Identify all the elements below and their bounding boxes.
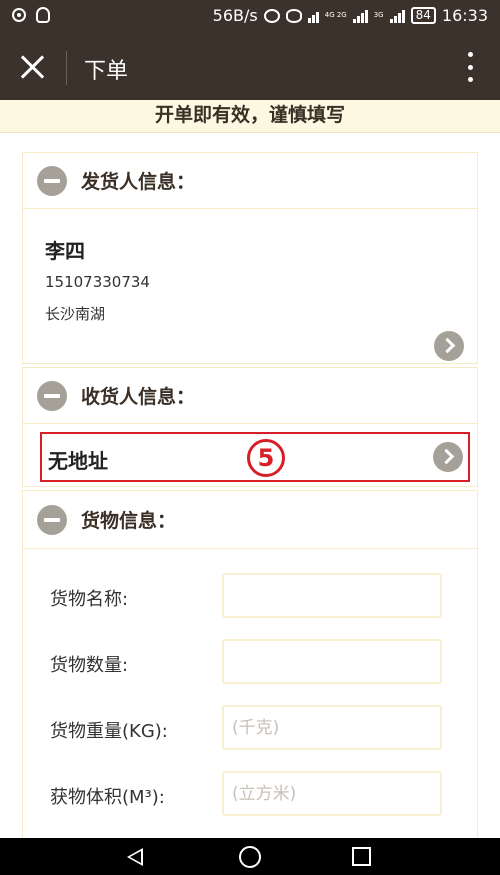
cargo-volume-label: 获物体积(M³): — [50, 787, 165, 808]
system-nav-bar — [0, 838, 500, 875]
cargo-weight-input[interactable] — [222, 705, 442, 750]
signal-icon — [352, 9, 368, 23]
signal-icon-2 — [389, 9, 405, 23]
notice-banner: 开单即有效，谨慎填写 — [0, 100, 500, 133]
net-speed: 56B/s — [212, 6, 258, 25]
collapse-icon[interactable] — [37, 504, 67, 535]
cargo-section-title: 货物信息： — [81, 510, 177, 532]
clock: 16:33 — [441, 6, 488, 25]
receiver-address-text: 无地址 — [48, 449, 108, 473]
cargo-volume-row: 获物体积(M³): — [23, 771, 479, 817]
battery-indicator: 84 — [410, 7, 436, 24]
close-icon[interactable] — [16, 51, 50, 85]
step-marker-badge: 5 — [247, 439, 285, 477]
network-type-label: 4G 2G — [324, 11, 347, 19]
status-bar: 56B/s 4G 2G 3G 84 16:33 — [0, 0, 500, 34]
sender-section-header[interactable]: 发货人信息： — [23, 153, 477, 209]
more-options-icon[interactable] — [466, 52, 474, 82]
back-icon[interactable] — [127, 848, 143, 866]
home-icon[interactable] — [239, 846, 261, 868]
cargo-weight-label: 货物重量(KG): — [50, 721, 168, 742]
cargo-section-header[interactable]: 货物信息： — [23, 491, 477, 549]
alarm-icon — [263, 8, 280, 23]
qq-icon — [36, 7, 50, 23]
sender-section-title: 发货人信息： — [81, 171, 196, 193]
network-type-label-2: 3G — [373, 11, 384, 19]
chevron-right-icon[interactable] — [433, 442, 463, 472]
cargo-weight-row: 货物重量(KG): — [23, 705, 479, 751]
receiver-address-row[interactable]: 无地址 5 — [40, 432, 470, 482]
collapse-icon[interactable] — [37, 380, 67, 411]
sender-name: 李四 — [45, 239, 85, 263]
sender-phone: 15107330734 — [45, 273, 150, 291]
cargo-quantity-row: 货物数量: — [23, 639, 479, 685]
cargo-panel: 货物信息： 货物名称: 货物数量: 货物重量(KG): 获物体积(M³): — [22, 490, 478, 838]
cargo-name-row: 货物名称: — [23, 573, 479, 619]
cargo-volume-input[interactable] — [222, 771, 442, 816]
cargo-quantity-label: 货物数量: — [50, 655, 129, 676]
receiver-section-title: 收货人信息： — [81, 386, 196, 408]
record-icon — [12, 8, 26, 22]
cargo-name-label: 货物名称: — [50, 589, 129, 610]
sender-panel: 发货人信息： 李四 15107330734 长沙南湖 — [22, 152, 478, 364]
app-bar: 下单 — [0, 34, 500, 100]
app-bar-divider — [66, 51, 67, 85]
collapse-icon[interactable] — [37, 165, 67, 196]
wifi-icon — [307, 9, 319, 23]
receiver-section-header[interactable]: 收货人信息： — [23, 368, 477, 424]
cargo-quantity-input[interactable] — [222, 639, 442, 684]
cargo-name-input[interactable] — [222, 573, 442, 618]
sender-card[interactable]: 李四 15107330734 长沙南湖 — [23, 209, 477, 361]
chevron-right-icon[interactable] — [434, 331, 464, 361]
eye-icon — [285, 8, 302, 23]
page-title: 下单 — [84, 59, 129, 84]
sender-address: 长沙南湖 — [45, 305, 106, 323]
recent-apps-icon[interactable] — [352, 847, 371, 866]
